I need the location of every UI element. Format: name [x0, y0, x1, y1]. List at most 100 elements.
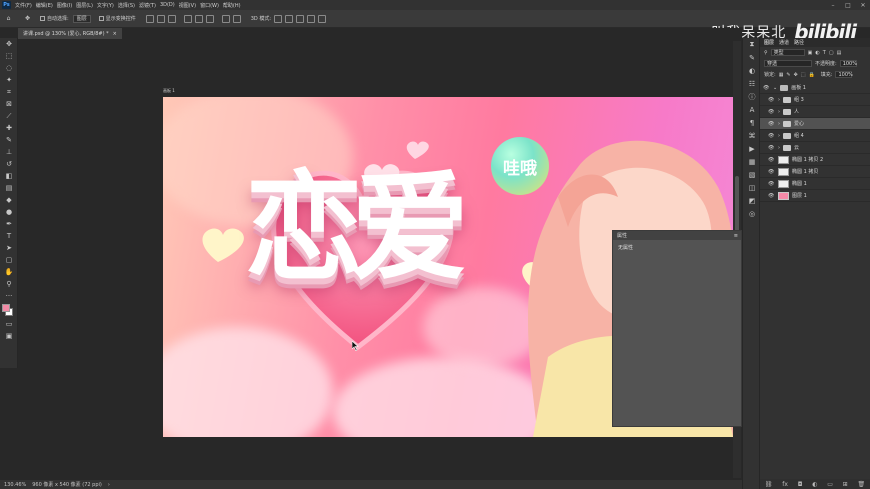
zoom-tool-icon[interactable]: ⚲: [0, 278, 18, 290]
3d-rotate-icon[interactable]: [274, 14, 283, 23]
character-panel-icon[interactable]: A: [743, 103, 761, 116]
align-right-icon[interactable]: [167, 14, 176, 23]
3d-scale-icon[interactable]: [318, 14, 327, 23]
libraries-icon[interactable]: ☷: [743, 77, 761, 90]
link-layers-icon[interactable]: ⛓: [765, 481, 773, 488]
lock-paint-icon[interactable]: ✎: [786, 72, 790, 78]
swatches-icon[interactable]: ▦: [743, 155, 761, 168]
add-mask-icon[interactable]: ◘: [798, 481, 803, 488]
expand-chevron-icon[interactable]: ⌄: [773, 85, 777, 91]
layer-shape[interactable]: 👁 椭圆 1: [760, 178, 870, 190]
shape-tool-icon[interactable]: ▢: [0, 254, 18, 266]
maximize-icon[interactable]: □: [841, 0, 855, 10]
paragraph-panel-icon[interactable]: ¶: [743, 116, 761, 129]
brush-tool-icon[interactable]: ✎: [0, 134, 18, 146]
brush-settings-icon[interactable]: ✎: [743, 51, 761, 64]
filter-smart-icon[interactable]: ▤: [837, 50, 842, 56]
align-bottom-icon[interactable]: [205, 14, 214, 23]
visibility-eye-icon[interactable]: 👁: [768, 145, 775, 151]
align-center-icon[interactable]: [156, 14, 165, 23]
pen-tool-icon[interactable]: ✒: [0, 218, 18, 230]
move-tool-icon[interactable]: ✥: [23, 14, 32, 23]
menu-3d[interactable]: 3D(D): [160, 2, 175, 8]
visibility-eye-icon[interactable]: 👁: [768, 109, 775, 115]
crop-tool-icon[interactable]: ⌗: [0, 86, 18, 98]
history-panel-icon[interactable]: ⧗: [743, 38, 761, 51]
tab-paths[interactable]: 路径: [794, 39, 804, 46]
visibility-eye-icon[interactable]: 👁: [768, 181, 775, 187]
lock-move-icon[interactable]: ✥: [794, 72, 798, 78]
layer-shape[interactable]: 👁 椭圆 1 拷贝: [760, 166, 870, 178]
properties-panel-header[interactable]: 属性 ≡: [613, 231, 741, 240]
menu-view[interactable]: 视图(V): [179, 2, 196, 9]
dodge-tool-icon[interactable]: ●: [0, 206, 18, 218]
document-tab[interactable]: 讲课.psd @ 130% (爱心, RGB/8#) * ×: [18, 28, 122, 39]
info-icon[interactable]: ⓘ: [743, 90, 761, 103]
visibility-eye-icon[interactable]: 👁: [768, 97, 775, 103]
marquee-tool-icon[interactable]: ⬚: [0, 50, 18, 62]
visibility-eye-icon[interactable]: 👁: [768, 133, 775, 139]
eraser-icon[interactable]: ◧: [0, 170, 18, 182]
visibility-eye-icon[interactable]: 👁: [768, 121, 775, 127]
layer-group[interactable]: 👁 › 云: [760, 142, 870, 154]
visibility-eye-icon[interactable]: 👁: [768, 157, 775, 163]
new-group-icon[interactable]: ▭: [827, 481, 833, 488]
opacity-field[interactable]: 100%: [839, 60, 857, 67]
stamp-tool-icon[interactable]: ⊥: [0, 146, 18, 158]
visibility-eye-icon[interactable]: 👁: [763, 85, 770, 91]
new-layer-icon[interactable]: ⊞: [843, 481, 848, 488]
visibility-eye-icon[interactable]: 👁: [768, 193, 775, 199]
status-arrow-icon[interactable]: ›: [108, 482, 110, 488]
layer-group-selected[interactable]: 👁 › 爱心: [760, 118, 870, 130]
tab-channels[interactable]: 通道: [779, 39, 789, 46]
menu-edit[interactable]: 编辑(E): [36, 2, 53, 9]
magic-wand-icon[interactable]: ✦: [0, 74, 18, 86]
move-tool-icon[interactable]: ✥: [0, 38, 18, 50]
collapse-chevron-icon[interactable]: ›: [778, 109, 780, 115]
frame-tool-icon[interactable]: ⊠: [0, 98, 18, 110]
menu-file[interactable]: 文件(F): [15, 2, 32, 9]
quick-mask-icon[interactable]: ▭: [0, 318, 18, 330]
close-icon[interactable]: ✕: [856, 0, 870, 10]
3d-roll-icon[interactable]: [285, 14, 294, 23]
lock-all-icon[interactable]: 🔒: [809, 72, 815, 78]
distribute-h-icon[interactable]: [232, 14, 241, 23]
layer-group[interactable]: 👁 › 组 4: [760, 130, 870, 142]
layer-style-icon[interactable]: fx: [782, 481, 788, 488]
auto-select-dropdown[interactable]: 图层: [72, 14, 91, 23]
menu-image[interactable]: 图像(I): [57, 2, 72, 9]
layer-group[interactable]: 👁 › 组 3: [760, 94, 870, 106]
collapse-chevron-icon[interactable]: ›: [778, 97, 780, 103]
more-tools-icon[interactable]: ···: [0, 290, 18, 302]
menu-select[interactable]: 选择(S): [118, 2, 135, 9]
layer-group[interactable]: 👁 › 人: [760, 106, 870, 118]
filter-pixel-icon[interactable]: ▣: [808, 50, 813, 56]
paths-icon[interactable]: ◎: [743, 207, 761, 220]
history-brush-icon[interactable]: ↺: [0, 158, 18, 170]
path-select-icon[interactable]: ➤: [0, 242, 18, 254]
foreground-color-swatch[interactable]: [2, 304, 10, 312]
tab-close-icon[interactable]: ×: [113, 31, 117, 37]
fill-field[interactable]: 100%: [835, 71, 853, 78]
layer-pixel[interactable]: 👁 图层 1: [760, 190, 870, 202]
styles-icon[interactable]: ▧: [743, 168, 761, 181]
adjustments-icon[interactable]: ◐: [743, 64, 761, 77]
adjustment-layer-icon[interactable]: ◐: [812, 481, 817, 488]
show-transform-checkbox[interactable]: [98, 16, 104, 21]
collapse-chevron-icon[interactable]: ›: [778, 145, 780, 151]
menu-type[interactable]: 文字(Y): [97, 2, 114, 9]
layer-shape[interactable]: 👁 椭圆 1 拷贝 2: [760, 154, 870, 166]
channels-icon[interactable]: ◩: [743, 194, 761, 207]
zoom-level[interactable]: 130.46%: [4, 482, 26, 488]
lock-artboard-icon[interactable]: ⬚: [801, 72, 806, 78]
auto-select-checkbox[interactable]: [40, 16, 45, 21]
menu-window[interactable]: 窗口(W): [200, 2, 219, 9]
filter-adjust-icon[interactable]: ◐: [815, 50, 819, 56]
layer-artboard[interactable]: 👁 ⌄ 画板 1: [760, 82, 870, 94]
delete-layer-icon[interactable]: 🗑: [857, 481, 865, 488]
menu-layer[interactable]: 图层(L): [76, 2, 93, 9]
screen-mode-icon[interactable]: ▣: [0, 330, 18, 342]
healing-brush-icon[interactable]: ✚: [0, 122, 18, 134]
filter-type-icon[interactable]: T: [823, 50, 826, 56]
3d-pan-icon[interactable]: [296, 14, 305, 23]
